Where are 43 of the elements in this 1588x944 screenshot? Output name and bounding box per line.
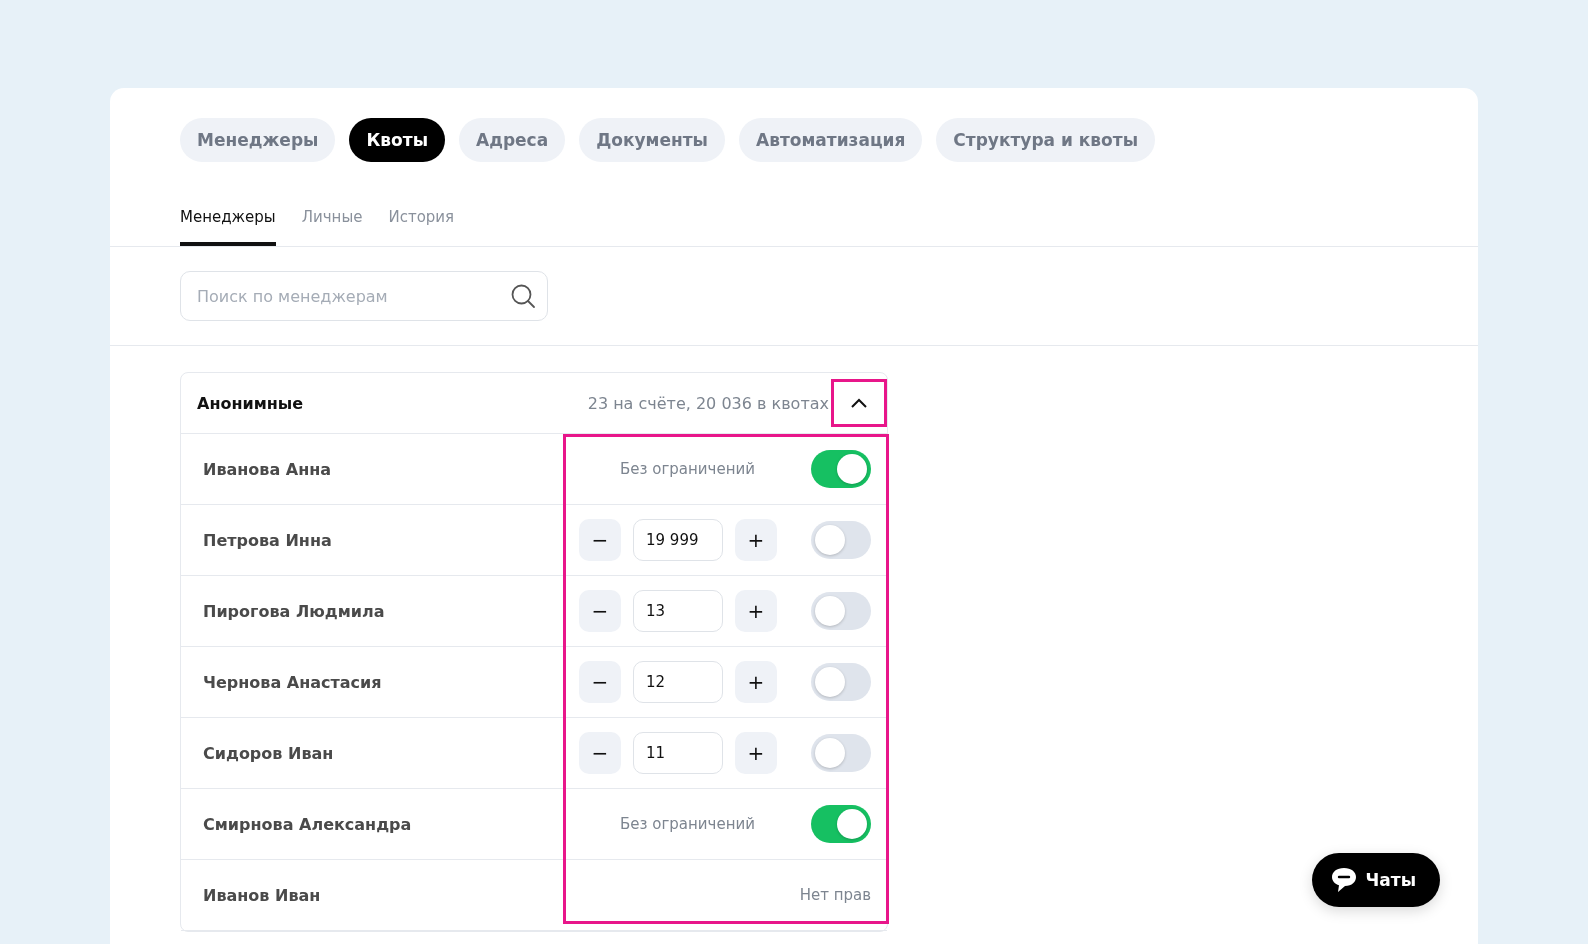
quota-input[interactable]: 13 xyxy=(633,590,723,632)
toggle-switch[interactable] xyxy=(811,734,871,772)
manager-name: Петрова Инна xyxy=(202,530,333,550)
quota-input[interactable]: 12 xyxy=(633,661,723,703)
tab[interactable]: Структура и квоты xyxy=(936,118,1155,162)
tab[interactable]: Менеджеры xyxy=(180,118,336,162)
quota-input[interactable]: 19 999 xyxy=(633,519,723,561)
decrement-button[interactable]: − xyxy=(579,590,621,632)
manager-name: Сидоров Иван xyxy=(202,743,335,763)
manager-name: Смирнова Александра xyxy=(202,814,413,834)
increment-button[interactable]: + xyxy=(735,732,777,774)
chat-bubble-icon xyxy=(1329,867,1358,893)
toggle-switch[interactable] xyxy=(811,805,871,843)
group-summary: 23 на счёте, 20 036 в квотах xyxy=(587,393,829,413)
search-field[interactable]: Поиск по менеджерам xyxy=(180,271,548,321)
quota-input[interactable]: 11 xyxy=(633,732,723,774)
manager-name: Иванова Анна xyxy=(202,459,333,479)
no-rights-label: Нет прав xyxy=(799,886,871,904)
unlimited-label: Без ограничений xyxy=(620,460,755,478)
group-title: Анонимные xyxy=(197,393,305,413)
increment-button[interactable]: + xyxy=(735,590,777,632)
increment-button[interactable]: + xyxy=(735,519,777,561)
toggle-switch[interactable] xyxy=(811,592,871,630)
manager-name: Чернова Анастасия xyxy=(202,672,383,692)
chevron-up-icon xyxy=(850,397,868,409)
tab[interactable]: Автоматизация xyxy=(739,118,923,162)
decrement-button[interactable]: − xyxy=(579,519,621,561)
manager-name: Пирогова Людмила xyxy=(202,601,386,621)
search-icon xyxy=(510,283,536,309)
decrement-button[interactable]: − xyxy=(579,661,621,703)
subtab[interactable]: Менеджеры xyxy=(180,208,276,246)
tab[interactable]: Квоты xyxy=(349,118,445,162)
decrement-button[interactable]: − xyxy=(579,732,621,774)
manager-name: Иванов Иван xyxy=(202,885,322,905)
toggle-switch[interactable] xyxy=(811,450,871,488)
increment-button[interactable]: + xyxy=(735,661,777,703)
toggle-switch[interactable] xyxy=(811,521,871,559)
collapse-button[interactable] xyxy=(831,379,887,427)
chat-button[interactable]: Чаты xyxy=(1311,853,1440,907)
tab[interactable]: Документы xyxy=(579,118,725,162)
tab[interactable]: Адреса xyxy=(459,118,566,162)
unlimited-label: Без ограничений xyxy=(620,815,755,833)
toggle-switch[interactable] xyxy=(811,663,871,701)
